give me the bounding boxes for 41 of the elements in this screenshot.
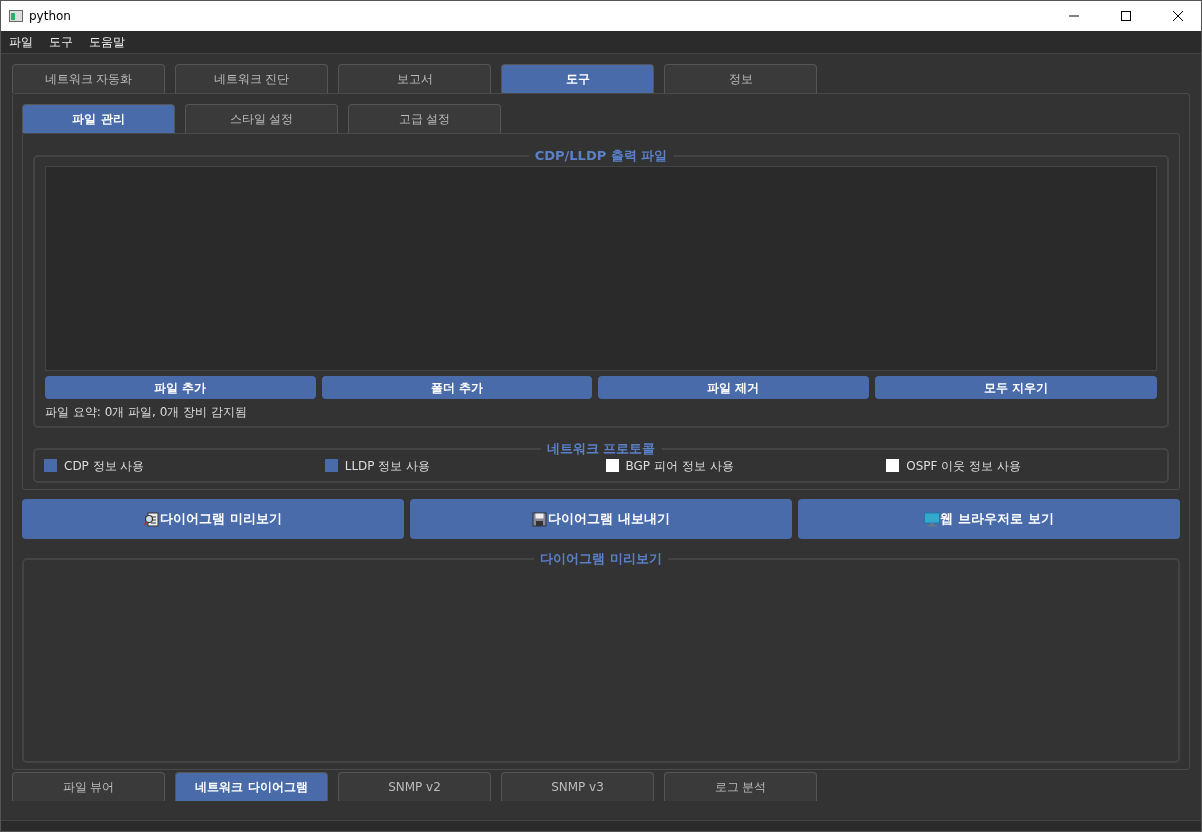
checkbox[interactable] <box>605 459 619 472</box>
checkbox[interactable] <box>44 459 57 472</box>
app-icon <box>9 10 23 22</box>
close-icon[interactable] <box>1173 11 1183 21</box>
tab[interactable]: 보고서 <box>338 64 491 93</box>
tab[interactable]: 로그 분석 <box>664 772 817 801</box>
checkbox[interactable] <box>324 459 338 472</box>
action-button[interactable]: 웹 브라우저로 보기 <box>798 499 1180 539</box>
action-button[interactable]: 모두 지우기 <box>874 376 1157 399</box>
action-button[interactable]: 폴더 추가 <box>321 376 592 399</box>
action-button[interactable]: 다이어그램 미리보기 <box>22 499 404 539</box>
tab[interactable]: 네트워크 진단 <box>175 64 328 93</box>
tab[interactable]: 정보 <box>664 64 817 93</box>
tab[interactable]: SNMP v2 <box>338 772 491 801</box>
group-title: CDP/LLDP 출력 파일 <box>528 147 674 165</box>
checkbox[interactable] <box>886 459 900 472</box>
maximize-icon[interactable] <box>1121 11 1131 21</box>
action-button[interactable]: 다이어그램 내보내기 <box>410 499 792 539</box>
tab[interactable]: 네트워크 다이어그램 <box>175 772 328 801</box>
action-button[interactable]: 파일 제거 <box>598 376 869 399</box>
group-title: 네트워크 프로토콜 <box>540 440 662 458</box>
tab[interactable]: 도구 <box>501 64 654 93</box>
checkbox-label: CDP 정보 사용 <box>64 457 145 475</box>
action-button[interactable]: 파일 추가 <box>45 376 316 399</box>
tab[interactable]: 네트워크 자동화 <box>12 64 165 93</box>
monitor-icon <box>924 511 941 527</box>
menu-item[interactable]: 파일 <box>1 33 41 51</box>
magnifier-document-icon <box>144 511 161 527</box>
tab[interactable]: 파일 뷰어 <box>12 772 165 801</box>
file-summary: 파일 요약: 0개 파일, 0개 장비 감지됨 <box>45 404 248 421</box>
group-title: 다이어그램 미리보기 <box>534 550 668 568</box>
window-title: python <box>29 8 71 25</box>
tab[interactable]: 파일 관리 <box>22 104 175 133</box>
checkbox-label: BGP 피어 정보 사용 <box>625 457 734 475</box>
tab[interactable]: 스타일 설정 <box>185 104 338 133</box>
checkbox-label: LLDP 정보 사용 <box>344 457 431 475</box>
checkbox-label: OSPF 이웃 정보 사용 <box>906 457 1021 475</box>
tab[interactable]: 고급 설정 <box>348 104 501 133</box>
menu-item[interactable]: 도움말 <box>81 33 133 51</box>
menu-item[interactable]: 도구 <box>41 33 81 51</box>
tab[interactable]: SNMP v3 <box>501 772 654 801</box>
